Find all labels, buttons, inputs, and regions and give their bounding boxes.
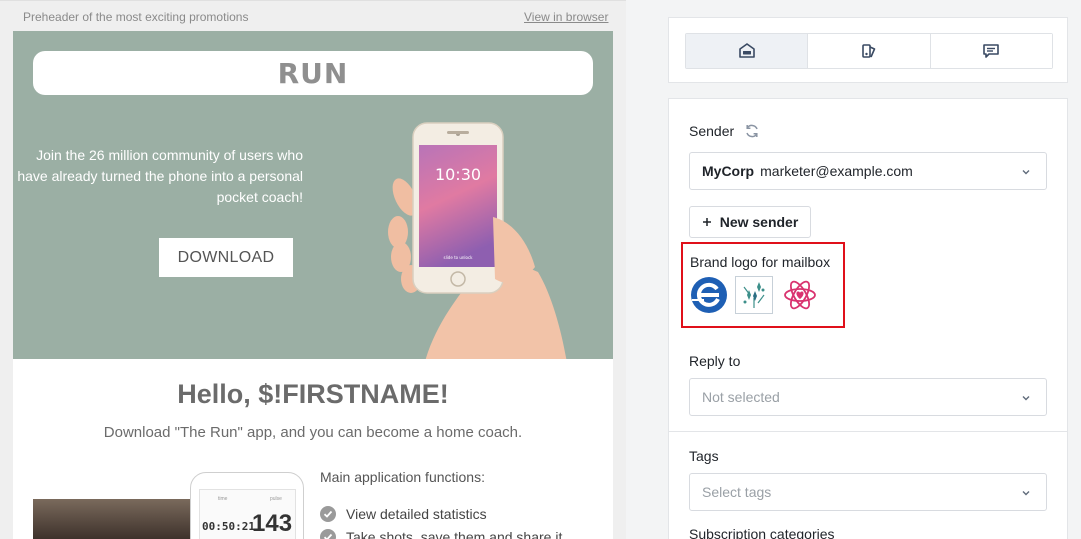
chevron-down-icon	[1022, 396, 1030, 401]
new-sender-button[interactable]: New sender	[689, 206, 811, 238]
preheader-text: Preheader of the most exciting promotion…	[23, 10, 249, 24]
small-phone-number: 143	[252, 510, 293, 537]
atom-heart-logo-icon	[784, 280, 816, 310]
email-body: Hello, $!FIRSTNAME! Download "The Run" a…	[13, 359, 613, 539]
chevron-down-icon	[1022, 170, 1030, 175]
brand-logo-label: Brand logo for mailbox	[690, 254, 831, 270]
download-button[interactable]: DOWNLOAD	[159, 238, 293, 277]
brand-logo-section: Brand logo for mailbox	[681, 242, 845, 328]
reply-to-select[interactable]: Not selected	[689, 378, 1047, 416]
hand-phone-image: 10:30 slide to unlock	[388, 122, 567, 359]
small-phone-time: 00:50:21	[202, 520, 255, 533]
small-phone-label-time: time	[218, 496, 228, 502]
sender-email: marketer@example.com	[760, 163, 913, 179]
hero-banner: RUN Join the 26 million community of use…	[13, 31, 613, 359]
subscription-categories-label: Subscription categories	[689, 526, 835, 539]
greeting-subline: Download "The Run" app, and you can beco…	[103, 424, 523, 441]
plus-icon	[702, 218, 711, 226]
logo-bar: RUN	[33, 51, 593, 95]
brand-logo-option[interactable]	[690, 276, 728, 314]
sparkle-logo-icon	[743, 282, 765, 308]
small-phone-label-pulse: pulse	[270, 496, 282, 502]
tags-select[interactable]: Select tags	[689, 473, 1047, 511]
new-sender-label: New sender	[719, 214, 799, 230]
tags-placeholder: Select tags	[702, 484, 772, 500]
sender-card-icon	[738, 43, 755, 58]
panel-tabs-card	[668, 17, 1068, 83]
reply-to-placeholder: Not selected	[702, 389, 780, 405]
sender-select[interactable]: MyCorp marketer@example.com	[689, 152, 1047, 190]
panel-tabs	[685, 33, 1053, 69]
feature-item: View detailed statistics	[320, 506, 487, 522]
section-divider	[669, 431, 1067, 432]
greeting-heading: Hello, $!FIRSTNAME!	[177, 379, 449, 409]
features-title: Main application functions:	[320, 469, 485, 485]
tab-comments[interactable]	[930, 34, 1052, 68]
sender-label: Sender	[689, 123, 735, 139]
feature-label: View detailed statistics	[346, 506, 487, 522]
palette-icon	[862, 44, 876, 58]
small-phone-screen: time pulse 00:50:21 143	[199, 489, 296, 539]
feature-item: Take shots, save them and share it	[320, 529, 562, 539]
e-logo-icon	[691, 277, 727, 313]
refresh-icon[interactable]	[744, 123, 760, 139]
email-preview: Preheader of the most exciting promotion…	[0, 0, 626, 539]
tags-label: Tags	[689, 448, 719, 464]
brand-logo-option[interactable]	[781, 276, 819, 314]
app-root: Preheader of the most exciting promotion…	[0, 0, 1081, 539]
check-icon	[320, 506, 336, 522]
brand-logo-option[interactable]	[735, 276, 773, 314]
runner-image	[33, 499, 193, 539]
hero-text: Join the 26 million community of users w…	[17, 147, 303, 205]
check-icon	[320, 529, 336, 539]
small-phone-image: time pulse 00:50:21 143	[190, 472, 304, 539]
chevron-down-icon	[1022, 491, 1030, 496]
feature-label: Take shots, save them and share it	[346, 529, 563, 539]
phone-unlock-text: slide to unlock	[443, 255, 473, 260]
view-in-browser-link[interactable]: View in browser	[524, 10, 608, 24]
phone-clock: 10:30	[435, 165, 481, 184]
tab-sender-settings[interactable]	[686, 34, 809, 68]
settings-card: Sender MyCorp marketer@example.com New s…	[668, 98, 1068, 539]
tab-design[interactable]	[808, 34, 931, 68]
sender-name: MyCorp	[702, 163, 755, 179]
reply-to-label: Reply to	[689, 353, 741, 369]
comment-icon	[983, 44, 1000, 58]
run-logo: RUN	[277, 56, 349, 90]
